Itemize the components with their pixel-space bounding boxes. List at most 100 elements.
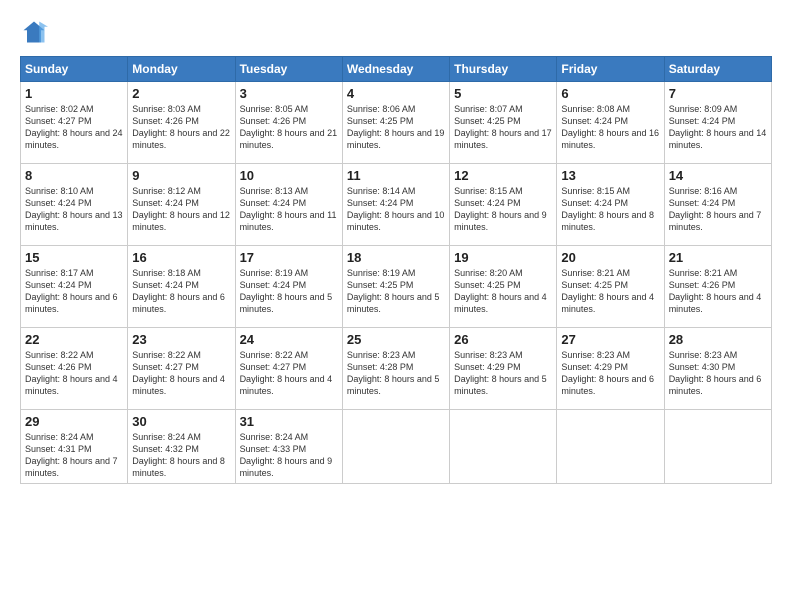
day-info: Sunrise: 8:23 AMSunset: 4:29 PMDaylight:… bbox=[561, 349, 659, 398]
day-number: 18 bbox=[347, 250, 445, 265]
day-info: Sunrise: 8:02 AMSunset: 4:27 PMDaylight:… bbox=[25, 103, 123, 152]
calendar-day-cell: 4Sunrise: 8:06 AMSunset: 4:25 PMDaylight… bbox=[342, 82, 449, 164]
calendar-day-cell: 28 Sunrise: 8:23 AMSunset: 4:30 PMDayligh… bbox=[664, 328, 771, 410]
day-number: 22 bbox=[25, 332, 123, 347]
calendar-day-cell: 24Sunrise: 8:22 AMSunset: 4:27 PMDayligh… bbox=[235, 328, 342, 410]
calendar-week-row: 15 Sunrise: 8:17 AMSunset: 4:24 PMDayligh… bbox=[21, 246, 772, 328]
day-of-week-header: Sunday bbox=[21, 57, 128, 82]
page: SundayMondayTuesdayWednesdayThursdayFrid… bbox=[0, 0, 792, 612]
day-number: 14 bbox=[669, 168, 767, 183]
day-of-week-header: Wednesday bbox=[342, 57, 449, 82]
day-number: 19 bbox=[454, 250, 552, 265]
day-number: 20 bbox=[561, 250, 659, 265]
day-number: 25 bbox=[347, 332, 445, 347]
day-info: Sunrise: 8:21 AMSunset: 4:25 PMDaylight:… bbox=[561, 267, 659, 316]
day-number: 29 bbox=[25, 414, 123, 429]
day-number: 6 bbox=[561, 86, 659, 101]
day-number: 5 bbox=[454, 86, 552, 101]
logo-icon bbox=[20, 18, 48, 46]
calendar-week-row: 29 Sunrise: 8:24 AMSunset: 4:31 PMDayligh… bbox=[21, 410, 772, 484]
calendar-day-cell: 26 Sunrise: 8:23 AMSunset: 4:29 PMDayligh… bbox=[450, 328, 557, 410]
day-number: 7 bbox=[669, 86, 767, 101]
day-number: 12 bbox=[454, 168, 552, 183]
day-info: Sunrise: 8:08 AMSunset: 4:24 PMDaylight:… bbox=[561, 103, 659, 152]
calendar-day-cell: 29 Sunrise: 8:24 AMSunset: 4:31 PMDayligh… bbox=[21, 410, 128, 484]
day-info: Sunrise: 8:23 AMSunset: 4:30 PMDaylight:… bbox=[669, 349, 767, 398]
calendar-day-cell: 5 Sunrise: 8:07 AMSunset: 4:25 PMDaylight… bbox=[450, 82, 557, 164]
day-info: Sunrise: 8:07 AMSunset: 4:25 PMDaylight:… bbox=[454, 103, 552, 152]
day-number: 4 bbox=[347, 86, 445, 101]
calendar-day-cell: 30Sunrise: 8:24 AMSunset: 4:32 PMDayligh… bbox=[128, 410, 235, 484]
calendar-header-row: SundayMondayTuesdayWednesdayThursdayFrid… bbox=[21, 57, 772, 82]
day-number: 26 bbox=[454, 332, 552, 347]
day-number: 1 bbox=[25, 86, 123, 101]
calendar-day-cell: 10 Sunrise: 8:13 AMSunset: 4:24 PMDayligh… bbox=[235, 164, 342, 246]
calendar-day-cell: 11Sunrise: 8:14 AMSunset: 4:24 PMDayligh… bbox=[342, 164, 449, 246]
calendar-day-cell: 18 Sunrise: 8:19 AMSunset: 4:25 PMDayligh… bbox=[342, 246, 449, 328]
day-info: Sunrise: 8:15 AMSunset: 4:24 PMDaylight:… bbox=[561, 185, 659, 234]
calendar-body: 1 Sunrise: 8:02 AMSunset: 4:27 PMDaylight… bbox=[21, 82, 772, 484]
day-info: Sunrise: 8:09 AMSunset: 4:24 PMDaylight:… bbox=[669, 103, 767, 152]
calendar-day-cell: 8 Sunrise: 8:10 AMSunset: 4:24 PMDaylight… bbox=[21, 164, 128, 246]
calendar-table: SundayMondayTuesdayWednesdayThursdayFrid… bbox=[20, 56, 772, 484]
day-number: 24 bbox=[240, 332, 338, 347]
calendar-day-cell: 9 Sunrise: 8:12 AMSunset: 4:24 PMDaylight… bbox=[128, 164, 235, 246]
day-number: 23 bbox=[132, 332, 230, 347]
day-of-week-header: Thursday bbox=[450, 57, 557, 82]
day-number: 21 bbox=[669, 250, 767, 265]
day-number: 27 bbox=[561, 332, 659, 347]
day-info: Sunrise: 8:12 AMSunset: 4:24 PMDaylight:… bbox=[132, 185, 230, 234]
calendar-day-cell: 16 Sunrise: 8:18 AMSunset: 4:24 PMDayligh… bbox=[128, 246, 235, 328]
day-info: Sunrise: 8:18 AMSunset: 4:24 PMDaylight:… bbox=[132, 267, 230, 316]
calendar-day-cell bbox=[664, 410, 771, 484]
day-number: 31 bbox=[240, 414, 338, 429]
calendar-day-cell: 7 Sunrise: 8:09 AMSunset: 4:24 PMDaylight… bbox=[664, 82, 771, 164]
day-info: Sunrise: 8:20 AMSunset: 4:25 PMDaylight:… bbox=[454, 267, 552, 316]
calendar-day-cell: 27 Sunrise: 8:23 AMSunset: 4:29 PMDayligh… bbox=[557, 328, 664, 410]
day-of-week-header: Tuesday bbox=[235, 57, 342, 82]
day-info: Sunrise: 8:15 AMSunset: 4:24 PMDaylight:… bbox=[454, 185, 552, 234]
calendar-day-cell: 21 Sunrise: 8:21 AMSunset: 4:26 PMDayligh… bbox=[664, 246, 771, 328]
day-of-week-header: Saturday bbox=[664, 57, 771, 82]
day-info: Sunrise: 8:24 AMSunset: 4:31 PMDaylight:… bbox=[25, 431, 123, 480]
day-info: Sunrise: 8:19 AMSunset: 4:24 PMDaylight:… bbox=[240, 267, 338, 316]
day-info: Sunrise: 8:24 AMSunset: 4:32 PMDaylight:… bbox=[132, 431, 230, 480]
day-info: Sunrise: 8:10 AMSunset: 4:24 PMDaylight:… bbox=[25, 185, 123, 234]
day-info: Sunrise: 8:05 AMSunset: 4:26 PMDaylight:… bbox=[240, 103, 338, 152]
calendar-day-cell: 1 Sunrise: 8:02 AMSunset: 4:27 PMDaylight… bbox=[21, 82, 128, 164]
day-info: Sunrise: 8:23 AMSunset: 4:28 PMDaylight:… bbox=[347, 349, 445, 398]
calendar-day-cell: 17Sunrise: 8:19 AMSunset: 4:24 PMDayligh… bbox=[235, 246, 342, 328]
header bbox=[20, 18, 772, 46]
calendar-day-cell: 2Sunrise: 8:03 AMSunset: 4:26 PMDaylight… bbox=[128, 82, 235, 164]
calendar-day-cell: 31 Sunrise: 8:24 AMSunset: 4:33 PMDayligh… bbox=[235, 410, 342, 484]
calendar-day-cell: 20 Sunrise: 8:21 AMSunset: 4:25 PMDayligh… bbox=[557, 246, 664, 328]
day-number: 28 bbox=[669, 332, 767, 347]
calendar-day-cell: 19 Sunrise: 8:20 AMSunset: 4:25 PMDayligh… bbox=[450, 246, 557, 328]
day-info: Sunrise: 8:22 AMSunset: 4:26 PMDaylight:… bbox=[25, 349, 123, 398]
day-info: Sunrise: 8:24 AMSunset: 4:33 PMDaylight:… bbox=[240, 431, 338, 480]
calendar-day-cell bbox=[342, 410, 449, 484]
calendar-day-cell: 25 Sunrise: 8:23 AMSunset: 4:28 PMDayligh… bbox=[342, 328, 449, 410]
day-number: 3 bbox=[240, 86, 338, 101]
calendar-day-cell: 3 Sunrise: 8:05 AMSunset: 4:26 PMDaylight… bbox=[235, 82, 342, 164]
day-number: 15 bbox=[25, 250, 123, 265]
day-number: 11 bbox=[347, 168, 445, 183]
logo bbox=[20, 18, 52, 46]
day-info: Sunrise: 8:16 AMSunset: 4:24 PMDaylight:… bbox=[669, 185, 767, 234]
day-info: Sunrise: 8:19 AMSunset: 4:25 PMDaylight:… bbox=[347, 267, 445, 316]
day-number: 10 bbox=[240, 168, 338, 183]
day-of-week-header: Friday bbox=[557, 57, 664, 82]
calendar-week-row: 8 Sunrise: 8:10 AMSunset: 4:24 PMDaylight… bbox=[21, 164, 772, 246]
day-number: 16 bbox=[132, 250, 230, 265]
day-info: Sunrise: 8:13 AMSunset: 4:24 PMDaylight:… bbox=[240, 185, 338, 234]
calendar-week-row: 22 Sunrise: 8:22 AMSunset: 4:26 PMDayligh… bbox=[21, 328, 772, 410]
calendar-day-cell: 23 Sunrise: 8:22 AMSunset: 4:27 PMDayligh… bbox=[128, 328, 235, 410]
day-info: Sunrise: 8:22 AMSunset: 4:27 PMDaylight:… bbox=[132, 349, 230, 398]
day-number: 13 bbox=[561, 168, 659, 183]
day-number: 9 bbox=[132, 168, 230, 183]
day-number: 8 bbox=[25, 168, 123, 183]
day-info: Sunrise: 8:23 AMSunset: 4:29 PMDaylight:… bbox=[454, 349, 552, 398]
day-info: Sunrise: 8:21 AMSunset: 4:26 PMDaylight:… bbox=[669, 267, 767, 316]
calendar-day-cell bbox=[557, 410, 664, 484]
day-info: Sunrise: 8:17 AMSunset: 4:24 PMDaylight:… bbox=[25, 267, 123, 316]
